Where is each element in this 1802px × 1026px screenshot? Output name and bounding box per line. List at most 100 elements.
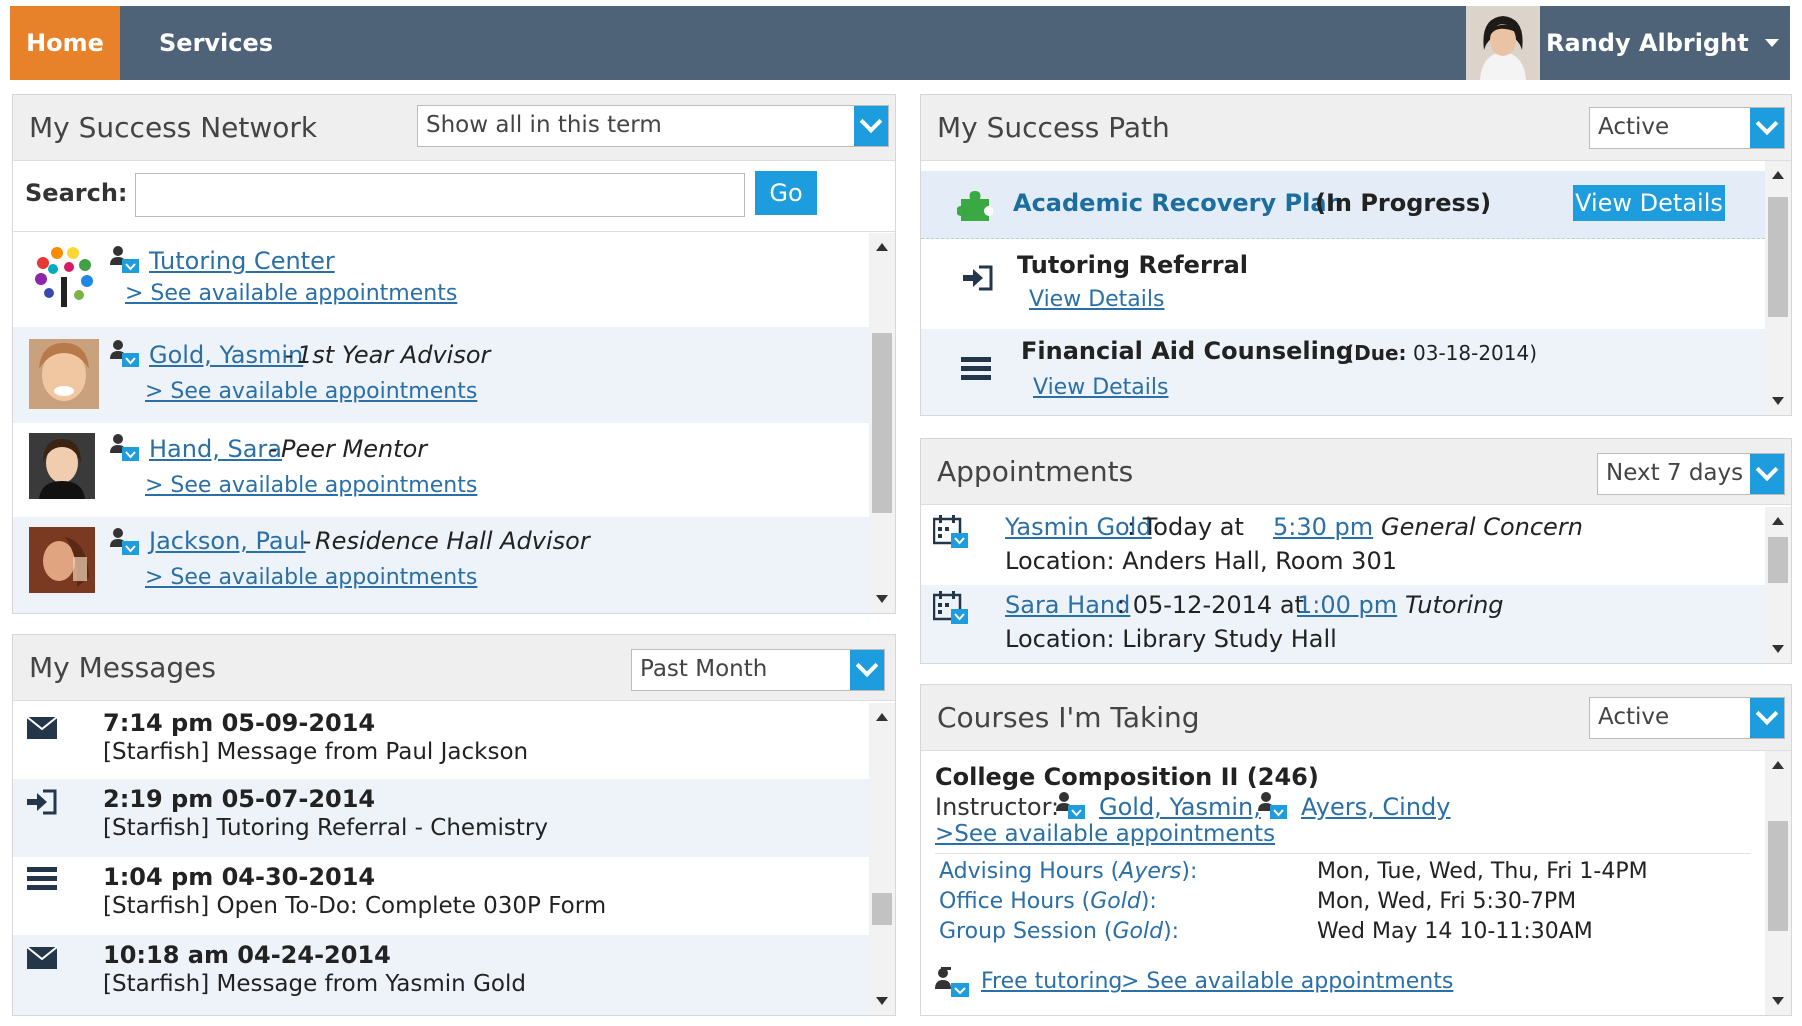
panel-header: Courses I'm Taking Active xyxy=(921,685,1791,751)
appointments-panel: Appointments Next 7 days Yasmin Gold : T… xyxy=(920,438,1792,664)
avatar xyxy=(29,527,95,593)
network-filter-select[interactable]: Show all in this term xyxy=(417,105,889,147)
see-appointments-link[interactable]: > See available appointments xyxy=(145,473,477,498)
courses-scrollbar[interactable] xyxy=(1765,751,1791,1015)
appointment-when: : 05-12-2014 at xyxy=(1117,591,1312,619)
go-button[interactable]: Go xyxy=(755,171,817,215)
network-name-link[interactable]: Tutoring Center xyxy=(149,247,335,275)
message-item[interactable]: 7:14 pm 05-09-2014 [Starfish] Message fr… xyxy=(13,703,869,779)
hours-value: Mon, Wed, Fri 5:30-7PM xyxy=(1317,889,1577,914)
message-item[interactable]: 10:18 am 04-24-2014 [Starfish] Message f… xyxy=(13,935,869,1015)
appointment-time-link[interactable]: 5:30 pm xyxy=(1273,513,1373,541)
network-scrollbar[interactable] xyxy=(869,233,895,613)
office-hours-row: Group Session (Gold): Wed May 14 10-11:3… xyxy=(939,919,1765,949)
contact-card-icon xyxy=(1055,791,1087,825)
panel-title: My Messages xyxy=(29,651,216,684)
list-item: Gold, Yasmin - 1st Year Advisor > See av… xyxy=(13,327,869,423)
panel-header: My Success Path Active xyxy=(921,95,1791,161)
user-menu[interactable]: Randy Albright xyxy=(1546,6,1779,80)
see-appointments-link[interactable]: >See available appointments xyxy=(935,821,1275,847)
chevron-down-icon xyxy=(850,650,884,690)
course-name: College Composition II (246) xyxy=(935,763,1319,791)
chevron-down-icon xyxy=(1750,108,1784,148)
appointment-time-link[interactable]: 1:00 pm xyxy=(1297,591,1397,619)
path-item: Tutoring Referral View Details xyxy=(921,239,1765,329)
top-navigation-bar: Home Services Randy Albright xyxy=(10,6,1790,80)
envelope-icon xyxy=(26,716,58,743)
user-avatar[interactable] xyxy=(1466,6,1540,80)
view-details-link[interactable]: View Details xyxy=(1033,375,1168,400)
select-value: Past Month xyxy=(640,656,768,682)
free-tutoring-link[interactable]: Free tutoring xyxy=(981,969,1122,994)
message-subject: [Starfish] Tutoring Referral - Chemistry xyxy=(103,815,548,841)
appointment-type: General Concern xyxy=(1381,513,1583,541)
hours-label: Office Hours (Gold): xyxy=(939,889,1157,914)
instructor-link[interactable]: Gold, Yasmin, xyxy=(1099,793,1261,821)
referral-icon xyxy=(961,265,993,295)
hours-value: Wed May 14 10-11:30AM xyxy=(1317,919,1593,944)
instructor-link[interactable]: Ayers, Cindy xyxy=(1301,793,1450,821)
contact-card-icon xyxy=(1257,791,1289,825)
panel-header: My Success Network Show all in this term xyxy=(13,95,895,161)
search-input[interactable] xyxy=(135,173,745,217)
chevron-down-icon xyxy=(1750,698,1784,738)
message-item[interactable]: 2:19 pm 05-07-2014 [Starfish] Tutoring R… xyxy=(13,779,869,857)
message-time: 7:14 pm 05-09-2014 xyxy=(103,709,376,737)
scrollbar-thumb[interactable] xyxy=(1768,821,1788,931)
contact-card-icon xyxy=(109,433,141,467)
plan-view-details-button[interactable]: View Details xyxy=(1573,185,1725,221)
courses-panel: Courses I'm Taking Active College Compos… xyxy=(920,684,1792,1016)
messages-scrollbar[interactable] xyxy=(869,703,895,1015)
list-item: Hand, Sara - Peer Mentor > See available… xyxy=(13,423,869,517)
panel-header: Appointments Next 7 days xyxy=(921,439,1791,505)
user-name: Randy Albright xyxy=(1546,29,1749,57)
see-appointments-link[interactable]: > See available appointments xyxy=(145,565,477,590)
hours-label: Advising Hours (Ayers): xyxy=(939,859,1198,884)
appointments-filter-select[interactable]: Next 7 days xyxy=(1597,453,1785,495)
scrollbar-thumb[interactable] xyxy=(872,333,892,513)
tutoring-center-logo xyxy=(29,243,99,313)
chevron-down-icon xyxy=(1764,39,1779,47)
scrollbar-thumb[interactable] xyxy=(1768,197,1788,317)
instructor-label: Instructor: xyxy=(935,793,1060,821)
scrollbar-thumb[interactable] xyxy=(872,893,892,925)
contact-card-icon xyxy=(109,245,141,279)
message-subject: [Starfish] Message from Paul Jackson xyxy=(103,739,529,765)
path-filter-select[interactable]: Active xyxy=(1589,107,1785,149)
appointment-item: Yasmin Gold : Today at 5:30 pm General C… xyxy=(921,507,1765,585)
nav-services-tab[interactable]: Services xyxy=(145,6,287,80)
appointment-item: Sara Hand : 05-12-2014 at 1:00 pm Tutori… xyxy=(921,585,1765,663)
messages-filter-select[interactable]: Past Month xyxy=(631,649,885,691)
scrollbar-thumb[interactable] xyxy=(1768,537,1788,583)
courses-filter-select[interactable]: Active xyxy=(1589,697,1785,739)
panel-title: Appointments xyxy=(937,455,1134,488)
network-name-link[interactable]: Jackson, Paul xyxy=(149,527,306,555)
avatar xyxy=(29,339,99,409)
path-item-title: Financial Aid Counseling xyxy=(1021,337,1354,365)
see-appointments-link[interactable]: > See available appointments xyxy=(1121,969,1453,994)
office-hours-row: Advising Hours (Ayers): Mon, Tue, Wed, T… xyxy=(939,859,1765,889)
message-subject: [Starfish] Message from Yasmin Gold xyxy=(103,971,526,997)
puzzle-icon xyxy=(956,187,994,227)
appointments-scrollbar[interactable] xyxy=(1765,507,1791,663)
path-scrollbar[interactable] xyxy=(1765,161,1791,415)
list-item: Jackson, Paul - Residence Hall Advisor >… xyxy=(13,517,869,613)
appointment-location: Location: Anders Hall, Room 301 xyxy=(1005,547,1397,575)
message-item[interactable]: 1:04 pm 04-30-2014 [Starfish] Open To-Do… xyxy=(13,857,869,935)
select-value: Show all in this term xyxy=(426,112,662,138)
see-appointments-link[interactable]: > See available appointments xyxy=(145,379,477,404)
path-item-title: Tutoring Referral xyxy=(1017,251,1249,279)
see-appointments-link[interactable]: > See available appointments xyxy=(125,281,457,306)
path-item: Financial Aid Counseling (Due: 03-18-201… xyxy=(921,329,1765,415)
panel-title: My Success Path xyxy=(937,111,1170,144)
message-time: 10:18 am 04-24-2014 xyxy=(103,941,391,969)
panel-title: My Success Network xyxy=(29,111,318,144)
message-time: 2:19 pm 05-07-2014 xyxy=(103,785,376,813)
nav-home-tab[interactable]: Home xyxy=(10,6,120,80)
appointment-person-link[interactable]: Sara Hand xyxy=(1005,591,1130,619)
chevron-down-icon xyxy=(1750,454,1784,494)
calendar-icon xyxy=(932,591,969,629)
appointment-type: Tutoring xyxy=(1405,591,1504,619)
view-details-link[interactable]: View Details xyxy=(1029,287,1164,312)
search-label: Search: xyxy=(25,179,128,207)
